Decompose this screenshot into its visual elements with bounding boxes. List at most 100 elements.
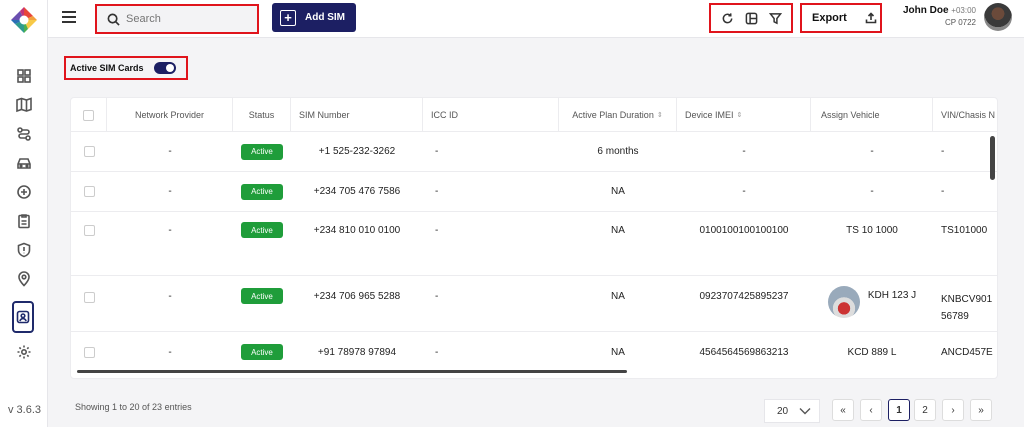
search-input[interactable]: [126, 13, 246, 25]
status-badge: Active: [241, 183, 283, 200]
table-row[interactable]: - Active +234 705 476 7586 - NA - - -: [71, 172, 997, 212]
page-button-1[interactable]: 1: [888, 399, 910, 421]
table-row[interactable]: - Active +91 78978 97894 - NA 4564564569…: [71, 332, 997, 372]
search-box[interactable]: [95, 4, 259, 34]
export-button[interactable]: Export: [800, 3, 882, 33]
cell-plan-duration: NA: [611, 291, 625, 302]
location-pin-icon: [18, 271, 30, 287]
sidebar-item-map[interactable]: [14, 95, 34, 115]
page-size-select[interactable]: 20: [764, 399, 820, 423]
vertical-scrollbar[interactable]: [990, 136, 995, 180]
user-info[interactable]: John Doe +03:00 CP 0722: [903, 5, 976, 27]
first-page-button[interactable]: «: [832, 399, 854, 421]
cell-vehicle: KDH 123 J: [811, 276, 933, 331]
table-row[interactable]: - Active +1 525-232-3262 - 6 months - - …: [71, 132, 997, 172]
row-checkbox-cell: [71, 332, 107, 372]
column-header-sim-number[interactable]: SIM Number: [291, 98, 423, 132]
row-checkbox[interactable]: [83, 292, 95, 303]
cell-imei: 4564564569863213: [699, 346, 789, 358]
cell-plan-duration: NA: [611, 225, 625, 236]
cell-imei: -: [742, 186, 746, 197]
chevron-down-icon: [799, 408, 811, 415]
cell-status: Active: [233, 212, 291, 275]
table-tools: [709, 3, 793, 33]
chevron-right-icon: ›: [951, 404, 955, 416]
status-badge: Active: [241, 222, 283, 238]
sidebar-item-vehicles[interactable]: [14, 153, 34, 173]
cell-icc-id: -: [435, 346, 439, 358]
column-header-status[interactable]: Status: [233, 98, 291, 132]
sidebar-item-alerts[interactable]: [14, 240, 34, 260]
column-header-icc-id[interactable]: ICC ID: [423, 98, 559, 132]
hamburger-menu-icon[interactable]: [62, 11, 76, 23]
row-checkbox-cell: [71, 132, 107, 171]
add-sim-button[interactable]: + Add SIM: [272, 3, 356, 32]
column-label: Active Plan Duration: [572, 110, 654, 120]
sidebar-item-geofence[interactable]: [14, 269, 34, 289]
device-icon: [17, 185, 31, 199]
cell-vin: TS101000: [941, 225, 988, 236]
export-icon: [865, 12, 877, 24]
double-chevron-left-icon: «: [840, 404, 846, 416]
user-name-line: John Doe +03:00: [903, 5, 976, 16]
cell-plan-duration: NA: [611, 186, 625, 197]
sidebar-item-settings[interactable]: [14, 342, 34, 362]
page-button-2[interactable]: 2: [914, 399, 936, 421]
active-sim-label: Active SIM Cards: [70, 63, 144, 73]
row-checkbox[interactable]: [83, 186, 95, 197]
table-header: Network Provider Status SIM Number ICC I…: [71, 98, 997, 132]
horizontal-scrollbar[interactable]: [77, 370, 627, 373]
column-header-assign-vehicle[interactable]: Assign Vehicle: [811, 98, 933, 132]
sidebar-item-dashboard[interactable]: [14, 66, 34, 86]
sort-icon: ⇕: [656, 112, 663, 119]
last-page-button[interactable]: »: [970, 399, 992, 421]
chevron-left-icon: ‹: [869, 404, 873, 416]
table-row[interactable]: - Active +234 706 965 5288 - NA 09237074…: [71, 276, 997, 332]
sidebar-item-devices[interactable]: [14, 182, 34, 202]
cell-imei: 0923707425895237: [699, 291, 789, 302]
filter-icon[interactable]: [768, 12, 782, 25]
sidebar: v 3.6.3: [0, 0, 48, 427]
column-header-device-imei[interactable]: Device IMEI ⇕: [677, 98, 811, 132]
entries-summary: Showing 1 to 20 of 23 entries: [75, 402, 192, 412]
active-sim-toggle[interactable]: [153, 62, 176, 74]
row-checkbox[interactable]: [83, 225, 95, 236]
column-label: Device IMEI: [685, 110, 734, 120]
cell-status: Active: [233, 332, 291, 372]
cell-icc-id: -: [435, 225, 439, 236]
table-row[interactable]: - Active +234 810 010 0100 - NA 01001001…: [71, 212, 997, 276]
cell-vin: -: [941, 186, 945, 197]
app-logo: [11, 7, 37, 33]
row-checkbox-cell: [71, 276, 107, 331]
next-page-button[interactable]: ›: [942, 399, 964, 421]
sim-table: Network Provider Status SIM Number ICC I…: [70, 97, 998, 379]
cell-status: Active: [233, 276, 291, 331]
sidebar-item-reports[interactable]: [14, 211, 34, 231]
search-icon: [107, 13, 120, 26]
cell-imei: 0100100100100100: [699, 225, 789, 236]
row-checkbox[interactable]: [83, 146, 95, 157]
column-header-active-plan-duration[interactable]: Active Plan Duration ⇕: [559, 98, 677, 132]
sim-card-icon: [16, 310, 30, 324]
column-label: Network Provider: [134, 110, 205, 120]
select-all-checkbox[interactable]: [83, 109, 94, 121]
column-label: Status: [248, 110, 275, 120]
columns-icon[interactable]: [745, 12, 758, 25]
cell-vin: KNBCV901 56789: [941, 294, 993, 322]
export-label: Export: [812, 12, 847, 24]
prev-page-button[interactable]: ‹: [860, 399, 882, 421]
cell-plan-duration: NA: [611, 346, 625, 358]
clipboard-icon: [18, 214, 30, 229]
map-icon: [16, 97, 32, 113]
column-header-vin-chasis[interactable]: VIN/Chasis N: [933, 98, 997, 132]
column-header-network-provider[interactable]: Network Provider: [107, 98, 233, 132]
refresh-icon[interactable]: [721, 12, 734, 25]
row-checkbox[interactable]: [83, 346, 95, 358]
avatar[interactable]: [984, 3, 1012, 31]
cell-plan-duration: 6 months: [597, 146, 639, 157]
user-name: John Doe: [902, 5, 949, 16]
sidebar-item-sim-cards[interactable]: [12, 301, 34, 333]
sidebar-item-routes[interactable]: [14, 124, 34, 144]
cell-imei: -: [742, 146, 746, 157]
double-chevron-right-icon: »: [978, 404, 984, 416]
